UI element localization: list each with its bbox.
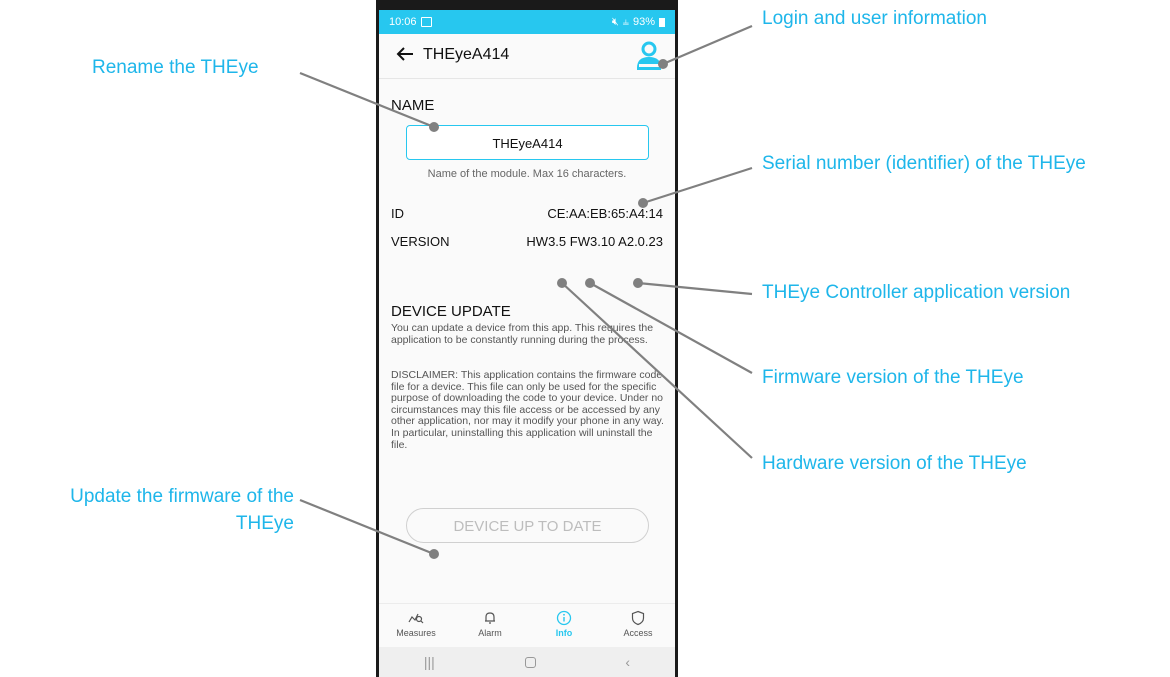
pointer-dot-serial <box>638 198 648 208</box>
callout-hardware: Hardware version of the THEye <box>762 453 1027 474</box>
callout-update-line1: Update the firmware of the <box>70 486 294 507</box>
pointer-dot-login <box>658 59 668 69</box>
pointer-app-version <box>637 281 753 296</box>
callout-update-line2: THEye <box>235 513 294 534</box>
pointer-serial <box>642 166 753 205</box>
callout-serial: Serial number (identifier) of the THEye <box>762 153 1086 174</box>
pointer-rename <box>299 71 435 129</box>
pointer-dot-app-version <box>633 278 643 288</box>
pointer-login <box>662 24 753 66</box>
pointer-firmware <box>589 282 753 374</box>
pointer-dot-firmware <box>585 278 595 288</box>
pointer-update <box>299 498 435 556</box>
callout-app-version: THEye Controller application version <box>762 282 1071 303</box>
pointer-lines <box>299 24 753 559</box>
callout-rename: Rename the THEye <box>92 57 259 78</box>
callout-login: Login and user information <box>762 8 987 29</box>
pointer-dot-rename <box>429 122 439 132</box>
callout-firmware: Firmware version of the THEye <box>762 367 1024 388</box>
pointer-dot-update <box>429 549 439 559</box>
pointer-hardware <box>561 282 753 459</box>
pointer-dot-hardware <box>557 278 567 288</box>
